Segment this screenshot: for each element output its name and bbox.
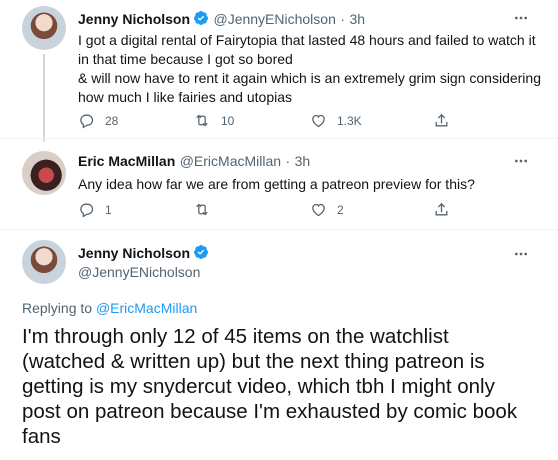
retweet-count: 10	[221, 113, 235, 128]
share-icon	[433, 112, 450, 129]
tweet1-line: & will now have to rent it again which i…	[78, 70, 541, 86]
reply-count: 28	[105, 113, 119, 128]
tweet1-line: how much I like fairies and utopias	[78, 89, 292, 105]
reply-count: 1	[105, 202, 112, 217]
avatar-jenny[interactable]	[22, 240, 66, 284]
like-button[interactable]: 1.3K	[310, 112, 433, 129]
timestamp[interactable]: 3h	[295, 153, 311, 169]
timestamp[interactable]: 3h	[349, 11, 365, 27]
tweet3-text: I'm through only 12 of 45 items on the w…	[22, 324, 546, 449]
separator-dot: ·	[340, 11, 345, 27]
tweet3-line: post on patreon because I'm exhausted by…	[22, 400, 518, 423]
reply-icon	[78, 201, 95, 218]
share-button[interactable]	[433, 201, 450, 218]
avatar-jenny[interactable]	[22, 6, 66, 50]
avatar-eric[interactable]	[22, 151, 66, 195]
thread-line	[43, 54, 45, 142]
divider	[0, 229, 558, 230]
author-handle[interactable]: @JennyENicholson	[78, 264, 200, 280]
tweet1-line: in that time because I got so bored	[78, 51, 293, 67]
retweet-icon	[193, 201, 211, 218]
verified-icon	[193, 10, 209, 31]
author-handle[interactable]: @EricMacMillan	[180, 153, 281, 169]
retweet-button[interactable]: 10	[193, 112, 310, 129]
author-name[interactable]: Eric MacMillan	[78, 153, 175, 169]
replying-to-handle-link[interactable]: @EricMacMillan	[96, 300, 197, 316]
more-icon[interactable]	[513, 10, 529, 31]
like-icon	[310, 201, 327, 218]
retweet-icon	[193, 112, 211, 129]
tweet1-line: I got a digital rental of Fairytopia tha…	[78, 32, 536, 48]
like-count: 2	[337, 202, 344, 217]
tweet2-header: Eric MacMillan @EricMacMillan · 3h	[78, 153, 310, 171]
reply-button[interactable]: 1	[78, 201, 193, 218]
tweet3-line: I'm through only 12 of 45 items on the w…	[22, 325, 449, 348]
tweet2-text: Any idea how far we are from getting a p…	[78, 176, 475, 192]
like-button[interactable]: 2	[310, 201, 433, 218]
share-icon	[433, 201, 450, 218]
like-icon	[310, 112, 327, 129]
reply-button[interactable]: 28	[78, 112, 193, 129]
verified-icon	[193, 244, 209, 265]
tweet3-line: (watched & written up) but the next thin…	[22, 350, 485, 373]
tweet3-line: getting is my snydercut video, which tbh…	[22, 375, 495, 398]
divider	[0, 138, 558, 139]
tweet1-actions: 28 10 1.3K	[78, 112, 450, 129]
tweet3-line: fans	[22, 425, 61, 448]
like-count: 1.3K	[337, 113, 362, 128]
author-name[interactable]: Jenny Nicholson	[78, 11, 190, 27]
more-icon[interactable]	[513, 246, 529, 267]
retweet-button[interactable]	[193, 201, 310, 218]
replying-to-label: Replying to	[22, 300, 93, 316]
tweet1-text: I got a digital rental of Fairytopia tha…	[78, 31, 548, 107]
reply-icon	[78, 112, 95, 129]
tweet1-header: Jenny Nicholson @JennyENicholson · 3h	[78, 10, 365, 31]
share-button[interactable]	[433, 112, 450, 129]
separator-dot: ·	[285, 153, 291, 169]
more-icon[interactable]	[513, 153, 529, 174]
tweet2-actions: 1 2	[78, 201, 450, 218]
tweet3-header: Jenny Nicholson	[78, 244, 209, 265]
replying-to: Replying to @EricMacMillan	[22, 300, 197, 316]
author-handle[interactable]: @JennyENicholson	[213, 11, 335, 27]
author-name[interactable]: Jenny Nicholson	[78, 245, 190, 261]
